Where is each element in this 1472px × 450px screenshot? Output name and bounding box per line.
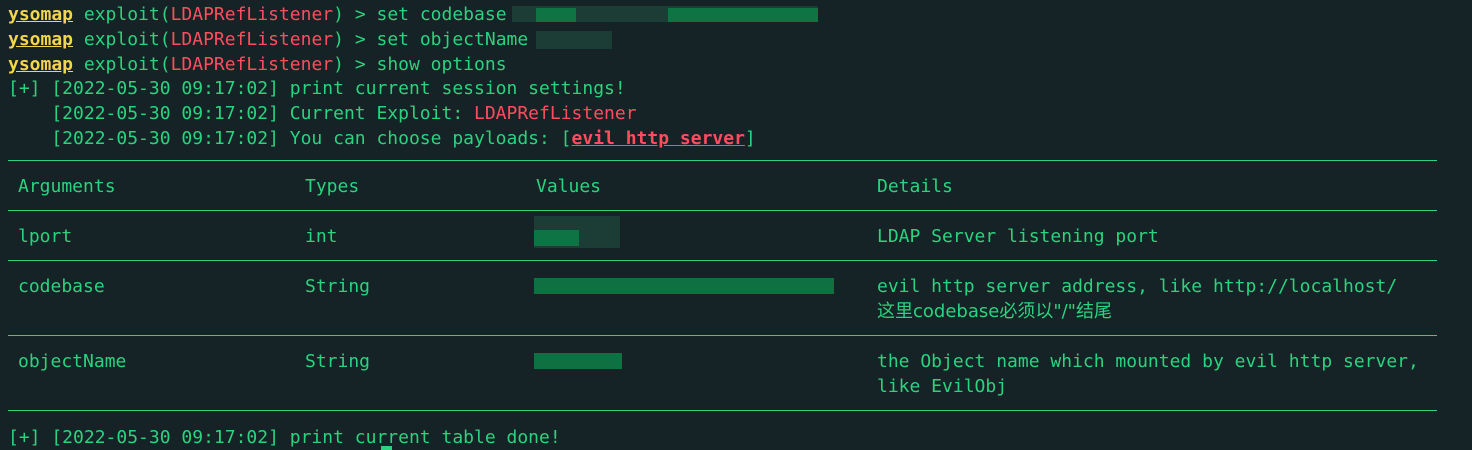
module-name: LDAPRefListener (170, 54, 334, 75)
log-text: [2022-05-30 09:17:02] You can choose pay… (8, 128, 572, 149)
table-row-details: 这里codebase必须以"/"结尾 (877, 301, 1112, 322)
current-exploit-value: LDAPRefListener (474, 103, 637, 124)
command-prefix: exploit( (73, 54, 171, 75)
prompt-label: ysomap (8, 54, 74, 75)
command-line: ysomap exploit(LDAPRefListener) > show o… (8, 52, 507, 77)
table-row-type: String (305, 351, 371, 372)
table-row-argument: lport (18, 226, 73, 247)
log-text: [2022-05-30 09:17:02] Current Exploit: (8, 103, 474, 124)
table-row-argument: objectName (18, 351, 127, 372)
log-line: [+] [2022-05-30 09:17:02] print current … (8, 427, 561, 448)
log-line: [2022-05-30 09:17:02] You can choose pay… (8, 126, 756, 151)
header-details: Details (877, 176, 953, 197)
table-row-details: like EvilObj (877, 376, 1008, 397)
table-row-type: int (305, 226, 338, 247)
log-line: [2022-05-30 09:17:02] Current Exploit: L… (8, 101, 637, 126)
redacted-objectname-command (536, 31, 612, 49)
module-name: LDAPRefListener (170, 4, 334, 25)
header-types: Types (305, 176, 360, 197)
text-cursor (381, 446, 392, 450)
redacted-block (536, 8, 576, 22)
table-border (8, 410, 1437, 411)
prompt-label: ysomap (8, 4, 74, 25)
command-line: ysomap exploit(LDAPRefListener) > set ob… (8, 27, 528, 52)
terminal-window[interactable]: ysomap exploit(LDAPRefListener) > set co… (0, 0, 1472, 450)
redacted-value (534, 278, 834, 294)
payload-option[interactable]: evil http server (572, 128, 745, 149)
table-row-details: LDAP Server listening port (877, 226, 1159, 247)
table-divider (8, 335, 1437, 336)
header-arguments: Arguments (18, 176, 116, 197)
table-border (8, 160, 1437, 161)
table-row-details: evil http server address, like http://lo… (877, 276, 1398, 297)
log-text: ] (744, 128, 756, 149)
redacted-block (534, 230, 579, 246)
header-values: Values (536, 176, 602, 197)
prompt-label: ysomap (8, 29, 74, 50)
redacted-value (534, 353, 622, 369)
command-line: ysomap exploit(LDAPRefListener) > set co… (8, 2, 507, 27)
log-line: [+] [2022-05-30 09:17:02] print current … (8, 78, 626, 99)
table-divider (8, 210, 1437, 211)
command-prefix: exploit( (73, 4, 171, 25)
command-text: ) > set codebase (333, 4, 507, 25)
command-text: ) > show options (333, 54, 507, 75)
table-row-type: String (305, 276, 371, 297)
table-row-argument: codebase (18, 276, 105, 297)
module-name: LDAPRefListener (170, 29, 334, 50)
redacted-block (668, 8, 818, 22)
command-text: ) > set objectName (333, 29, 529, 50)
table-divider (8, 260, 1437, 261)
command-prefix: exploit( (73, 29, 171, 50)
table-row-details: the Object name which mounted by evil ht… (877, 351, 1419, 372)
